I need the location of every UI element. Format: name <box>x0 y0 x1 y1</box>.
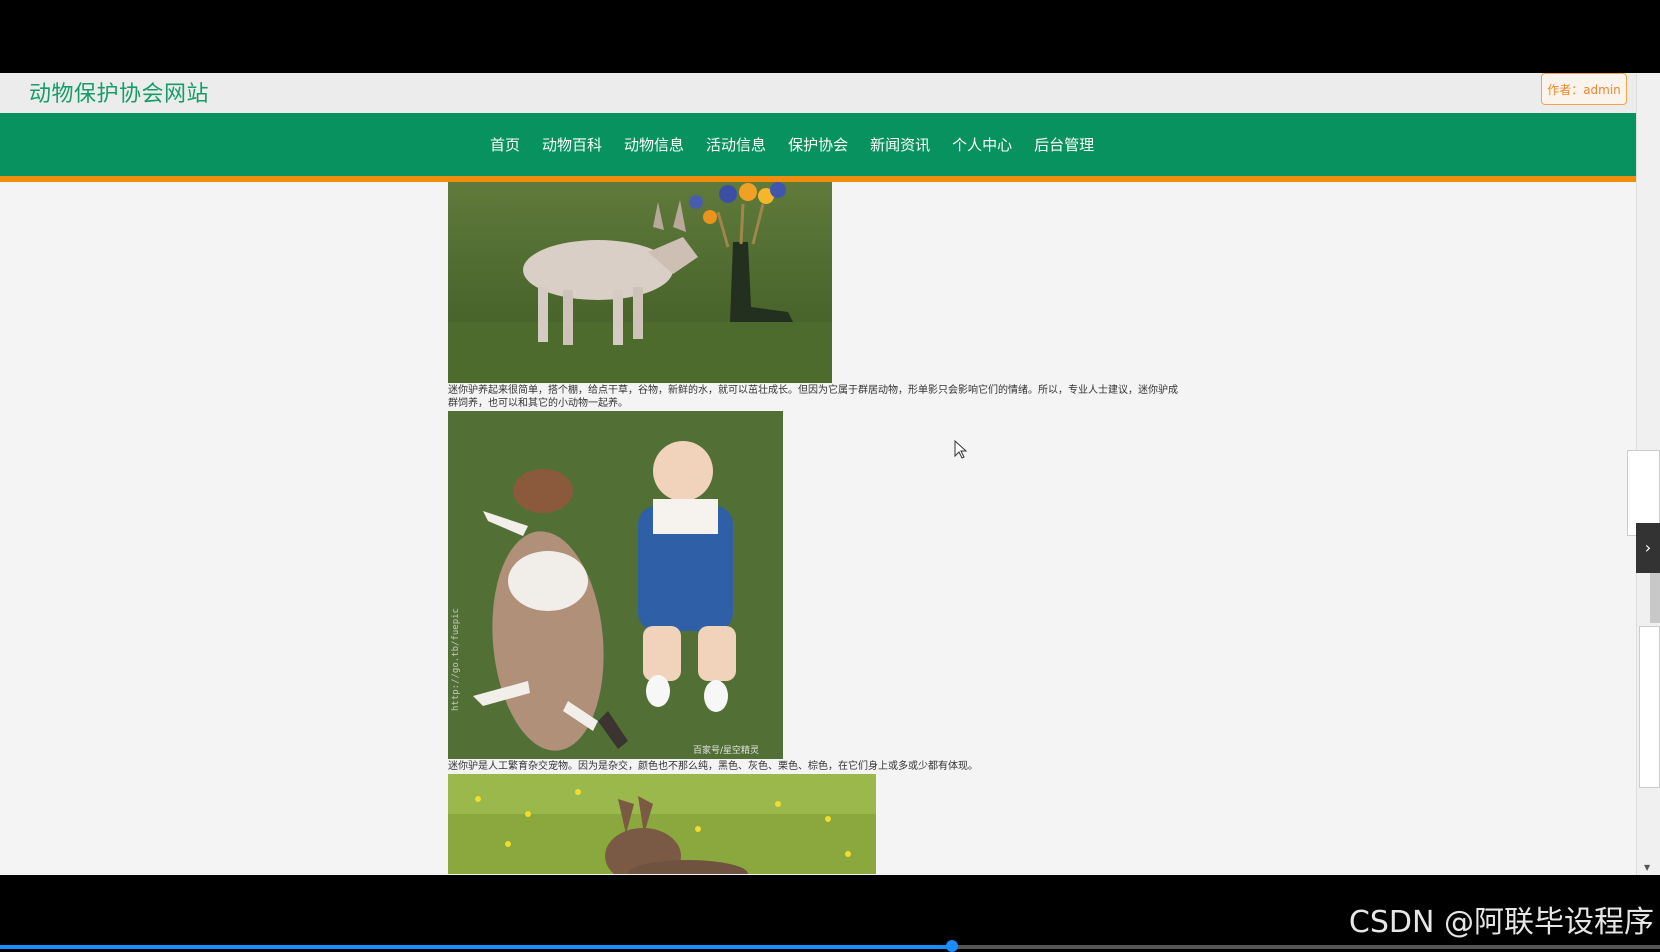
photo-corner-watermark: 百家号/星空精灵 <box>693 744 759 756</box>
nav-item-personal-center[interactable]: 个人中心 <box>952 134 1012 155</box>
top-header: 动物保护协会网站 作者：admin <box>0 73 1636 113</box>
pony-baby-photo: http://go.tb/fuepic 百家号/星空精灵 <box>448 411 783 759</box>
nav-menu: 首页 动物百科 动物信息 活动信息 保护协会 新闻资讯 个人中心 后台管理 <box>490 113 1116 176</box>
nav-item-animal-info[interactable]: 动物信息 <box>624 134 684 155</box>
csdn-watermark: CSDN @阿联毕设程序 <box>1348 905 1654 940</box>
video-progress-remaining[interactable] <box>955 945 1660 949</box>
nav-item-encyclopedia[interactable]: 动物百科 <box>542 134 602 155</box>
mouse-cursor-icon <box>954 440 968 459</box>
side-expand-button[interactable]: › <box>1636 523 1660 573</box>
donkey-flowers-photo <box>448 182 832 383</box>
scroll-down-icon[interactable]: ▼ <box>1644 863 1650 872</box>
browser-page: 动物保护协会网站 作者：admin 首页 动物百科 动物信息 活动信息 保护协会… <box>0 73 1660 875</box>
nav-item-activities[interactable]: 活动信息 <box>706 134 766 155</box>
caption-1: 迷你驴养起来很简单，搭个棚，给点干草，谷物，新鲜的水，就可以茁壮成长。但因为它属… <box>448 385 1178 409</box>
side-panel <box>1639 626 1660 788</box>
nav-item-association[interactable]: 保护协会 <box>788 134 848 155</box>
video-progress-knob[interactable] <box>946 940 958 952</box>
main-navbar: 首页 动物百科 动物信息 活动信息 保护协会 新闻资讯 个人中心 后台管理 <box>0 113 1636 176</box>
video-progress-played[interactable] <box>0 945 955 949</box>
nav-item-home[interactable]: 首页 <box>490 134 520 155</box>
caption-2: 迷你驴是人工繁育杂交宠物。因为是杂交，颜色也不那么纯，黑色、灰色、栗色、棕色，在… <box>448 761 978 772</box>
author-badge[interactable]: 作者：admin <box>1541 73 1627 105</box>
chevron-right-icon: › <box>1644 538 1652 557</box>
site-title[interactable]: 动物保护协会网站 <box>29 76 209 108</box>
photo-side-watermark: http://go.tb/fuepic <box>451 608 461 711</box>
nav-item-news[interactable]: 新闻资讯 <box>870 134 930 155</box>
nav-item-admin[interactable]: 后台管理 <box>1034 134 1094 155</box>
donkey-meadow-photo <box>448 774 876 874</box>
article-content: 迷你驴养起来很简单，搭个棚，给点干草，谷物，新鲜的水，就可以茁壮成长。但因为它属… <box>448 182 1188 874</box>
